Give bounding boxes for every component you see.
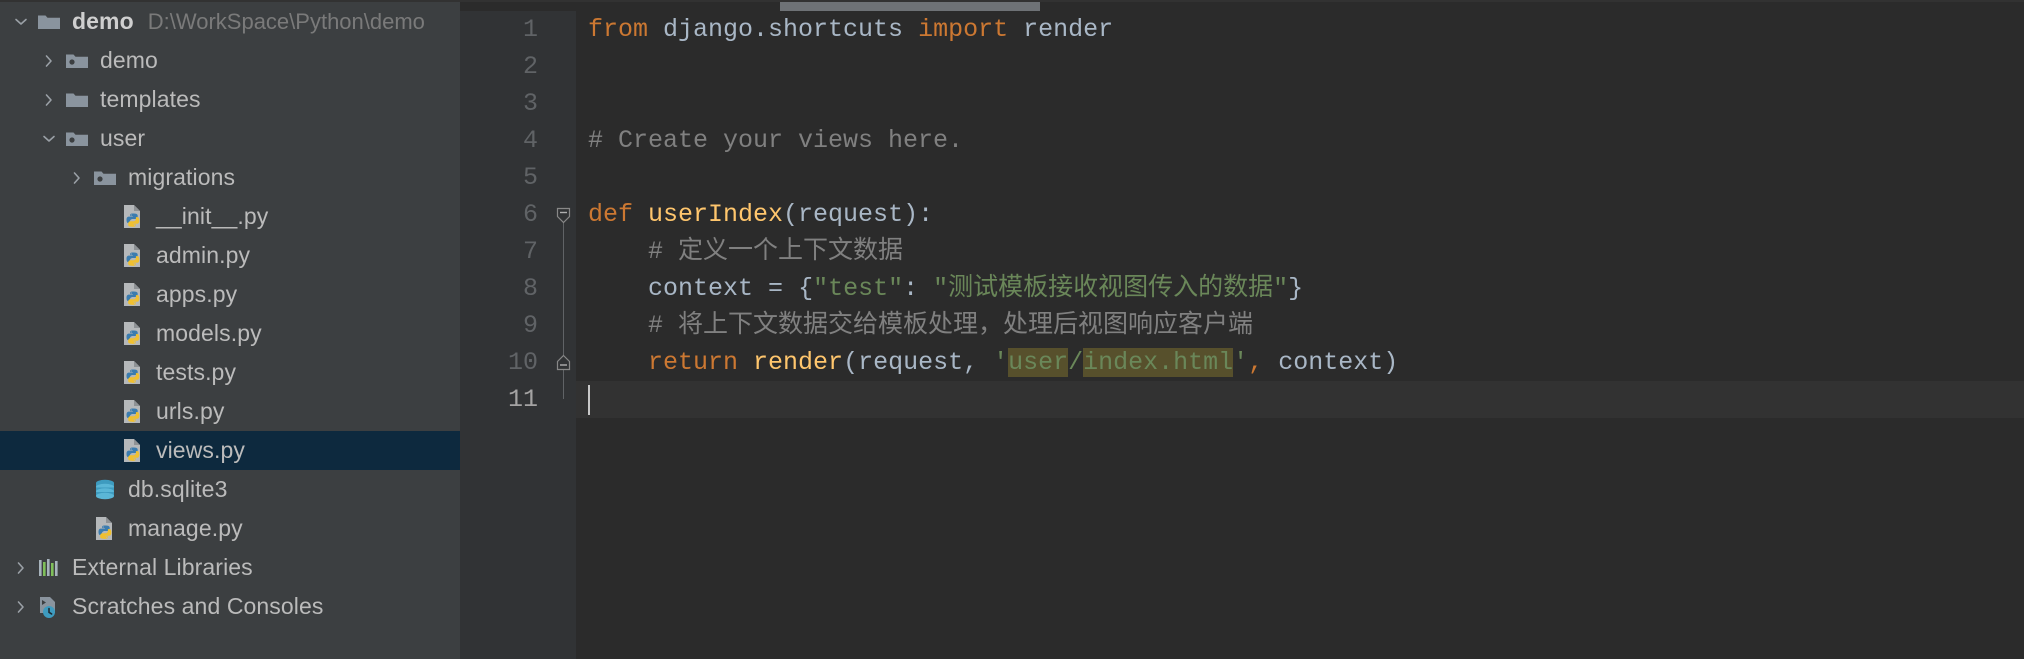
python-file-icon <box>118 282 148 308</box>
code-line-11[interactable] <box>576 381 2024 418</box>
tree-row-manage-py[interactable]: manage.py <box>0 509 460 548</box>
tree-row--init-py[interactable]: __init__.py <box>0 197 460 236</box>
chevron-down-icon[interactable] <box>8 14 34 30</box>
line-number[interactable]: 2 <box>523 48 538 85</box>
tree-row-label: apps.py <box>156 281 238 307</box>
tree-row-label: __init__.py <box>156 203 269 229</box>
python-file-icon <box>90 516 120 542</box>
ide-window: demo D:\WorkSpace\Python\demo demo template… <box>0 0 2024 659</box>
code-line-1[interactable]: from django.shortcuts import render <box>576 11 2024 48</box>
tree-row-external-libraries[interactable]: External Libraries <box>0 548 460 587</box>
code-editor-panel[interactable]: 1 2 3 4 5 6 7 8 9 10 11 from django.shortcuts impo… <box>460 0 2024 659</box>
tree-row-admin-py[interactable]: admin.py <box>0 236 460 275</box>
tree-row-label: demo <box>72 8 134 34</box>
python-file-icon <box>118 204 148 230</box>
code-line-9[interactable]: # 将上下文数据交给模板处理，处理后视图响应客户端 <box>576 307 2024 344</box>
scrollbar-thumb[interactable] <box>780 2 1040 11</box>
line-number[interactable]: 10 <box>508 344 538 381</box>
module-folder-icon <box>90 165 120 191</box>
tree-row-label: demo <box>100 47 158 73</box>
tree-row-scratches-and-consoles[interactable]: Scratches and Consoles <box>0 587 460 626</box>
module-folder-icon <box>62 126 92 152</box>
editor-horizontal-scrollbar[interactable] <box>460 2 2024 11</box>
tree-row-label: user <box>100 125 146 151</box>
tree-row-urls-py[interactable]: urls.py <box>0 392 460 431</box>
tree-row-label: External Libraries <box>72 554 253 580</box>
line-number[interactable]: 5 <box>523 159 538 196</box>
project-tree-panel[interactable]: demo D:\WorkSpace\Python\demo demo template… <box>0 0 460 659</box>
tree-row-user[interactable]: user <box>0 119 460 158</box>
line-number[interactable]: 3 <box>523 85 538 122</box>
tree-row-label: urls.py <box>156 398 225 424</box>
code-line-3[interactable] <box>576 85 2024 122</box>
line-number[interactable]: 4 <box>523 122 538 159</box>
line-number[interactable]: 11 <box>508 381 538 418</box>
tree-row-label: templates <box>100 86 201 112</box>
python-file-icon <box>118 321 148 347</box>
line-number[interactable]: 6 <box>523 196 538 233</box>
python-file-icon <box>118 243 148 269</box>
python-file-icon <box>118 360 148 386</box>
python-file-icon <box>118 438 148 464</box>
fold-collapse-icon-top[interactable] <box>556 207 571 224</box>
tree-row-label: db.sqlite3 <box>128 476 228 502</box>
tree-row-demo[interactable]: demo D:\WorkSpace\Python\demo <box>0 2 460 41</box>
code-line-4[interactable]: # Create your views here. <box>576 122 2024 159</box>
module-folder-icon <box>62 48 92 74</box>
line-number[interactable]: 9 <box>523 307 538 344</box>
line-number[interactable]: 8 <box>523 270 538 307</box>
tree-row-apps-py[interactable]: apps.py <box>0 275 460 314</box>
tree-row-label: views.py <box>156 437 245 463</box>
tree-row-label: tests.py <box>156 359 237 385</box>
line-number[interactable]: 7 <box>523 233 538 270</box>
line-number[interactable]: 1 <box>523 11 538 48</box>
tree-row-models-py[interactable]: models.py <box>0 314 460 353</box>
chevron-right-icon[interactable] <box>64 170 90 186</box>
editor-code-area[interactable]: from django.shortcuts import render # Cre… <box>576 11 2024 659</box>
text-caret <box>588 385 590 415</box>
python-file-icon <box>118 399 148 425</box>
database-icon <box>90 477 120 503</box>
tree-row-templates[interactable]: templates <box>0 80 460 119</box>
chevron-right-icon[interactable] <box>36 53 62 69</box>
fold-region-line <box>563 214 564 399</box>
tree-row-label: manage.py <box>128 515 243 541</box>
editor-code-fold-strip[interactable] <box>552 11 576 659</box>
chevron-right-icon[interactable] <box>8 599 34 615</box>
code-line-7[interactable]: # 定义一个上下文数据 <box>576 233 2024 270</box>
tree-row-tests-py[interactable]: tests.py <box>0 353 460 392</box>
folder-icon <box>62 87 92 113</box>
folder-icon <box>34 9 64 35</box>
tree-row-migrations[interactable]: migrations <box>0 158 460 197</box>
code-line-10[interactable]: return render(request, 'user/index.html'… <box>576 344 2024 381</box>
code-line-5[interactable] <box>576 159 2024 196</box>
chevron-down-icon[interactable] <box>36 131 62 147</box>
fold-collapse-icon-bottom[interactable] <box>556 354 571 371</box>
chevron-right-icon[interactable] <box>36 92 62 108</box>
tree-row-views-py[interactable]: views.py <box>0 431 460 470</box>
code-line-2[interactable] <box>576 48 2024 85</box>
chevron-right-icon[interactable] <box>8 560 34 576</box>
tree-row-path: D:\WorkSpace\Python\demo <box>147 8 425 34</box>
tree-row-label: Scratches and Consoles <box>72 593 324 619</box>
code-line-6[interactable]: def userIndex(request): <box>576 196 2024 233</box>
tree-row-label: models.py <box>156 320 262 346</box>
editor-line-number-gutter[interactable]: 1 2 3 4 5 6 7 8 9 10 11 <box>460 11 552 659</box>
tree-row-demo[interactable]: demo <box>0 41 460 80</box>
tree-row-label: migrations <box>128 164 236 190</box>
scratches-icon <box>34 594 64 620</box>
code-line-8[interactable]: context = {"test": "测试模板接收视图传入的数据"} <box>576 270 2024 307</box>
tree-row-db-sqlite3[interactable]: db.sqlite3 <box>0 470 460 509</box>
libraries-icon <box>34 555 64 581</box>
tree-row-label: admin.py <box>156 242 251 268</box>
